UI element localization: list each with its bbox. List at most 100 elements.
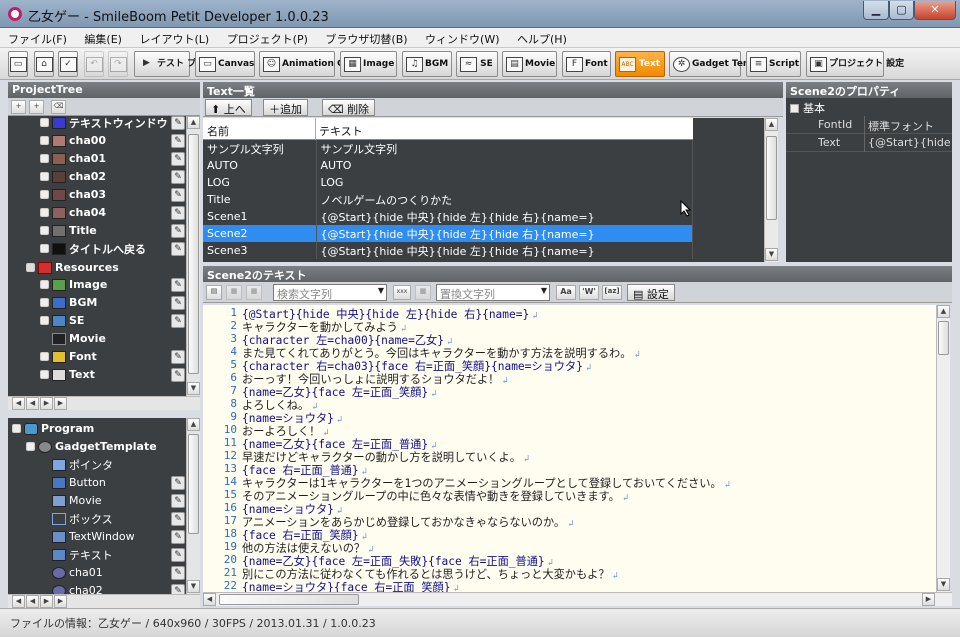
edit-pencil-icon[interactable]: ✎ xyxy=(171,223,185,238)
tree-folder-resources[interactable]: Resources xyxy=(26,259,185,276)
tree-item[interactable]: Image ✎ xyxy=(40,276,185,293)
project-tree-hscrollbar[interactable]: ◀ ◀ ▶ ▶ xyxy=(8,396,200,410)
scroll-down-icon[interactable]: ▼ xyxy=(765,248,778,261)
restore-button[interactable]: ▢ xyxy=(889,1,914,20)
edit-pencil-icon[interactable]: ✎ xyxy=(171,115,185,130)
scroll-down-icon[interactable]: ▼ xyxy=(937,578,950,591)
animation-group-button[interactable]: ☺ Animation Group xyxy=(259,51,368,77)
scroll-left-icon[interactable]: ◀ xyxy=(203,593,216,606)
edit-pencil-icon[interactable]: ✎ xyxy=(171,169,185,184)
text-list-scrollbar[interactable]: ▲ ▼ xyxy=(764,118,778,262)
tree-item[interactable]: cha03 ✎ xyxy=(40,186,185,203)
tree-item[interactable]: Font ✎ xyxy=(40,348,185,365)
new-file-button[interactable]: ▭ xyxy=(8,51,28,77)
move-up-button[interactable]: ⬆ 上へ xyxy=(205,99,252,116)
close-button[interactable]: ✕ xyxy=(914,1,956,20)
tree-item[interactable]: ポインタ xyxy=(52,456,185,473)
menu-layout[interactable]: レイアウト(L) xyxy=(131,28,215,47)
property-group[interactable]: 基本 xyxy=(790,100,825,116)
scroll-next-icon[interactable]: ▶ xyxy=(40,595,53,608)
table-row[interactable]: Scene3 {@Start}{hide 中央}{hide 左}{hide 右}{… xyxy=(203,242,693,259)
tree-item[interactable]: TextWindow ✎ xyxy=(52,528,185,545)
scroll-right-icon[interactable]: ▶ xyxy=(922,593,935,606)
menu-help[interactable]: ヘルプ(H) xyxy=(509,28,573,47)
edit-pencil-icon[interactable]: ✎ xyxy=(171,295,185,310)
chevron-down-icon[interactable]: ▼ xyxy=(378,286,384,295)
undo-button[interactable]: ↶ xyxy=(84,51,104,77)
program-tree-hscrollbar[interactable]: ◀ ◀ ▶ ▶ xyxy=(8,594,200,608)
tree-item[interactable]: テキスト ✎ xyxy=(52,546,185,563)
edit-pencil-icon[interactable]: ✎ xyxy=(171,511,185,526)
save-button[interactable]: ✓ xyxy=(58,51,78,77)
table-row[interactable]: サンプル文字列 サンプル文字列 xyxy=(203,140,693,157)
se-button[interactable]: ≈ SE xyxy=(456,51,498,77)
find-prev-icon[interactable]: ▦ xyxy=(226,285,242,300)
delete-button[interactable]: ⌫ 削除 xyxy=(322,99,376,116)
scroll-up-icon[interactable]: ▲ xyxy=(765,118,778,131)
scroll-last-icon[interactable]: ▶ xyxy=(54,397,67,410)
open-folder-button[interactable]: ⌂ xyxy=(34,51,54,77)
edit-pencil-icon[interactable]: ✎ xyxy=(171,547,185,562)
menu-file[interactable]: ファイル(F) xyxy=(0,28,73,47)
script-button[interactable]: ≡ Script xyxy=(746,51,801,77)
add-item-icon[interactable]: + xyxy=(29,100,44,114)
tree-item[interactable]: cha02 ✎ xyxy=(40,168,185,185)
edit-pencil-icon[interactable]: ✎ xyxy=(171,349,185,364)
search-combo[interactable]: 検索文字列 ▼ xyxy=(273,284,387,301)
redo-button[interactable]: ↷ xyxy=(108,51,128,77)
edit-pencil-icon[interactable]: ✎ xyxy=(171,583,185,594)
edit-pencil-icon[interactable]: ✎ xyxy=(171,133,185,148)
menu-window[interactable]: ウィンドウ(W) xyxy=(417,28,505,47)
edit-pencil-icon[interactable]: ✎ xyxy=(171,241,185,256)
table-row[interactable]: Scene1 {@Start}{hide 中央}{hide 左}{hide 右}{… xyxy=(203,208,693,225)
editor-scrollbar[interactable]: ▲ ▼ xyxy=(936,305,950,592)
tree-item[interactable]: SE ✎ xyxy=(40,312,185,329)
edit-pencil-icon[interactable]: ✎ xyxy=(171,493,185,508)
scroll-thumb[interactable] xyxy=(938,321,949,355)
edit-pencil-icon[interactable]: ✎ xyxy=(171,565,185,580)
edit-pencil-icon[interactable]: ✎ xyxy=(171,313,185,328)
tree-item[interactable]: Movie ✎ xyxy=(52,492,185,509)
match-case-toggle[interactable]: Aa xyxy=(556,285,576,300)
replace-combo[interactable]: 置換文字列 ▼ xyxy=(436,284,550,301)
tree-item[interactable]: cha02 ✎ xyxy=(52,582,185,594)
edit-pencil-icon[interactable]: ✎ xyxy=(171,277,185,292)
property-row[interactable]: Text {@Start}{hide xyxy=(786,134,952,152)
property-value[interactable]: {@Start}{hide xyxy=(868,136,950,149)
add-folder-icon[interactable]: + xyxy=(11,100,26,114)
font-button[interactable]: F Font xyxy=(562,51,611,77)
editor-hscrollbar[interactable]: ◀ ▶ xyxy=(203,592,952,606)
tree-item[interactable]: タイトルへ戻る ✎ xyxy=(40,240,185,257)
scroll-next-icon[interactable]: ▶ xyxy=(40,397,53,410)
gadget-template-button[interactable]: ✲ Gadget Template xyxy=(669,51,778,77)
regex-toggle[interactable]: [az] xyxy=(602,285,622,300)
property-row[interactable]: FontId 標準フォント xyxy=(786,116,952,134)
scroll-down-icon[interactable]: ▼ xyxy=(187,580,200,593)
tree-item[interactable]: ボックス ✎ xyxy=(52,510,185,527)
bgm-button[interactable]: ♫ BGM xyxy=(402,51,452,77)
trash-icon[interactable]: ⌫ xyxy=(51,100,66,114)
edit-pencil-icon[interactable]: ✎ xyxy=(171,475,185,490)
tree-item[interactable]: Movie xyxy=(40,330,185,347)
find-next-icon[interactable]: ▦ xyxy=(246,285,262,300)
movie-button[interactable]: ▤ Movie xyxy=(502,51,557,77)
scroll-up-icon[interactable]: ▲ xyxy=(187,116,200,129)
project-settings-button[interactable]: ▣ プロジェクト 設定 xyxy=(806,51,904,77)
table-row[interactable]: AUTO AUTO xyxy=(203,157,693,174)
tree-folder-gadget-template[interactable]: GadgetTemplate xyxy=(26,438,182,455)
whole-word-toggle[interactable]: 'W' xyxy=(579,285,599,300)
scroll-prev-icon[interactable]: ◀ xyxy=(26,595,39,608)
minimize-button[interactable]: ▁ xyxy=(863,1,889,20)
menu-edit[interactable]: 編集(E) xyxy=(76,28,128,47)
tree-item[interactable]: テキストウィンドウ ✎ xyxy=(40,114,185,131)
text-button[interactable]: ABC Text xyxy=(615,51,665,77)
column-header-text[interactable]: テキスト xyxy=(319,123,363,139)
text-editor[interactable]: 1 {@Start}{hide 中央}{hide 左}{hide 右}{name=… xyxy=(203,305,936,592)
menu-browser[interactable]: ブラウザ切替(B) xyxy=(317,28,413,47)
tree-item[interactable]: cha01 ✎ xyxy=(52,564,185,581)
table-row-selected[interactable]: Scene2 {@Start}{hide 中央}{hide 左}{hide 右}{… xyxy=(203,225,693,242)
settings-button[interactable]: ▤ 設定 xyxy=(627,284,675,301)
replace-all-icon[interactable]: ▦ xyxy=(415,285,431,300)
editor-line[interactable]: {name=ショウタ}{face 右=正面_笑顔} ↲ xyxy=(242,579,459,592)
edit-pencil-icon[interactable]: ✎ xyxy=(171,529,185,544)
